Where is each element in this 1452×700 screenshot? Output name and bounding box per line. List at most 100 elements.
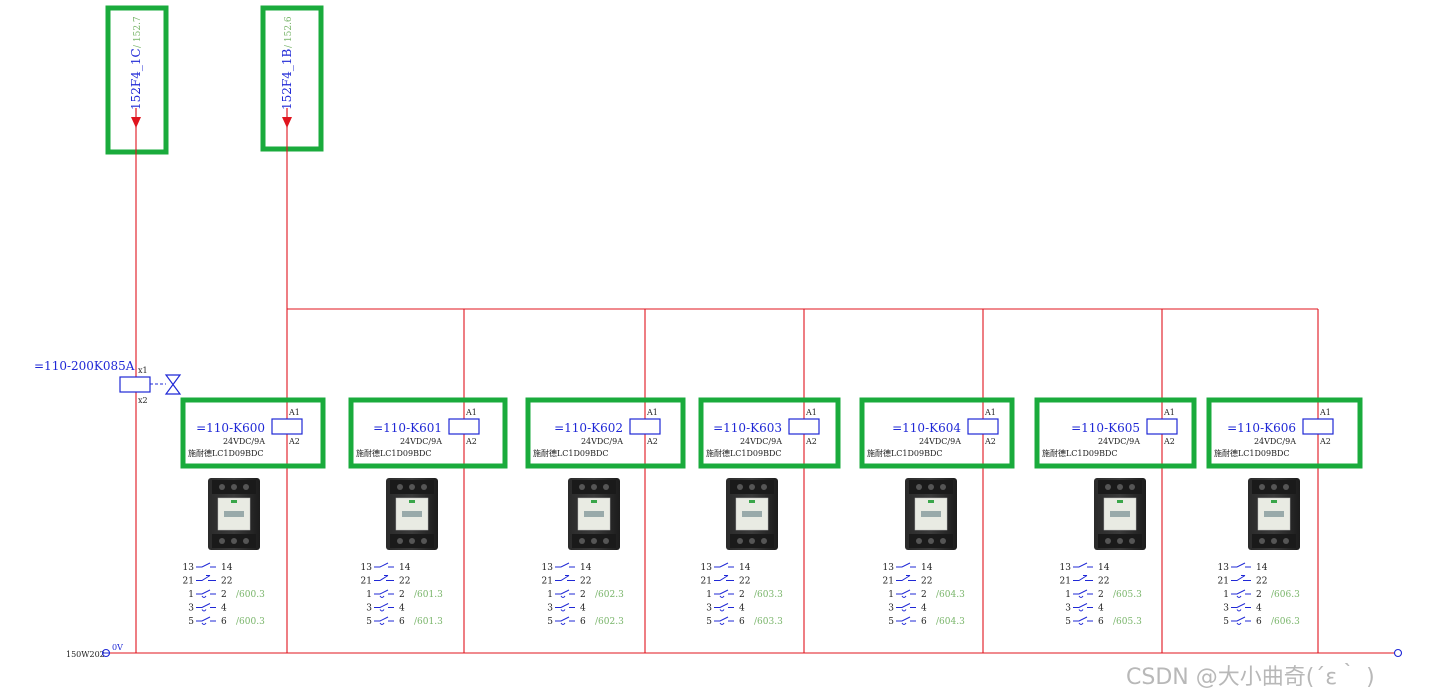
coil-icon	[448, 418, 480, 435]
contact-left-number: 1	[188, 590, 194, 600]
contact-left-number: 13	[1218, 563, 1230, 573]
nc-contact-icon	[896, 575, 916, 581]
pin-a1-label: A1	[1163, 408, 1175, 417]
contact-right-number: 22	[921, 577, 932, 587]
contact-left-number: 1	[1065, 590, 1071, 600]
relay-110-k604[interactable]: A1A2=110-K60424VDC/9A施耐德LC1D09BDC13 1421 2…	[859, 397, 1015, 627]
main-contact-icon	[196, 589, 216, 595]
contact-left-number: 13	[1060, 563, 1072, 573]
contact-right-number: 22	[221, 577, 232, 587]
source-label: 152F4_1C	[129, 48, 143, 110]
main-contact-icon	[1073, 616, 1093, 622]
relay-110-k606[interactable]: A1A2=110-K60624VDC/9A施耐德LC1D09BDC13 1421 2…	[1206, 397, 1363, 627]
relay-rating: 24VDC/9A	[400, 437, 442, 446]
contact-ref: /606.3	[1271, 617, 1300, 627]
contact-left-number: 5	[1223, 617, 1229, 627]
contact-ref: /606.3	[1271, 590, 1300, 600]
suppressor-label: =110-200K085A	[34, 359, 135, 373]
terminal-icon	[1393, 648, 1403, 658]
pin-a2-label: A2	[805, 437, 817, 446]
relay-tag: =110-K603	[713, 421, 782, 435]
contact-right-number: 2	[580, 590, 586, 600]
pin-a2-label: A2	[465, 437, 477, 446]
contact-left-number: 21	[542, 577, 553, 587]
main-contact-icon	[1073, 603, 1093, 608]
suppressor-200k085a[interactable]: =110-200K085A x1 x2	[34, 359, 182, 405]
contact-right-number: 6	[1098, 617, 1104, 627]
contact-ref: /600.3	[236, 617, 265, 627]
contact-right-number: 2	[399, 590, 405, 600]
pin-label: x2	[138, 396, 148, 405]
source-ref: / 152.7	[133, 16, 143, 48]
main-contact-icon	[714, 616, 734, 622]
relay-tag: =110-K600	[196, 421, 265, 435]
relay-tag: =110-K602	[554, 421, 623, 435]
contact-right-number: 4	[1256, 604, 1262, 614]
coil-icon	[271, 418, 303, 435]
contact-right-number: 6	[1256, 617, 1262, 627]
source-1b[interactable]: 152F4_1B / 152.6	[260, 5, 324, 152]
pin-a1-label: A1	[288, 408, 300, 417]
contact-right-number: 22	[1256, 577, 1267, 587]
contact-left-number: 1	[366, 590, 372, 600]
main-contact-icon	[1073, 589, 1093, 595]
contact-right-number: 2	[1256, 590, 1262, 600]
contact-left-number: 3	[888, 604, 894, 614]
contact-ref: /601.3	[414, 617, 443, 627]
relay-110-k605[interactable]: A1A2=110-K60524VDC/9A施耐德LC1D09BDC13 1421 2…	[1034, 397, 1197, 627]
contact-right-number: 22	[1098, 577, 1109, 587]
main-contact-icon	[555, 616, 575, 622]
contact-ref: /602.3	[595, 590, 624, 600]
pin-label: x1	[138, 366, 148, 375]
relay-rating: 24VDC/9A	[1254, 437, 1296, 446]
contact-left-number: 13	[542, 563, 554, 573]
contact-right-number: 4	[921, 604, 927, 614]
relay-model: 施耐德LC1D09BDC	[1042, 448, 1118, 458]
contact-right-number: 4	[221, 604, 227, 614]
contact-left-number: 1	[1223, 590, 1229, 600]
no-contact-icon	[555, 562, 575, 568]
contact-left-number: 1	[547, 590, 553, 600]
coil-icon	[629, 418, 661, 435]
main-contact-icon	[555, 603, 575, 608]
contact-ref: /601.3	[414, 590, 443, 600]
contact-left-number: 3	[706, 604, 712, 614]
relay-110-k601[interactable]: A1A2=110-K60124VDC/9A施耐德LC1D09BDC13 1421 2…	[348, 397, 508, 627]
contact-left-number: 21	[183, 577, 194, 587]
main-contact-icon	[374, 603, 394, 608]
contact-ref: /602.3	[595, 617, 624, 627]
relay-model: 施耐德LC1D09BDC	[1214, 448, 1290, 458]
coil-icon	[967, 418, 999, 435]
pin-a2-label: A2	[1319, 437, 1331, 446]
bus-left-label: 150W202	[66, 650, 105, 659]
contactor-photo	[208, 478, 260, 550]
contact-right-number: 4	[1098, 604, 1104, 614]
pin-a1-label: A1	[646, 408, 658, 417]
contact-right-number: 6	[921, 617, 927, 627]
no-contact-icon	[714, 562, 734, 568]
relay-110-k602[interactable]: A1A2=110-K60224VDC/9A施耐德LC1D09BDC13 1421 2…	[525, 397, 686, 627]
contactor-photo	[1248, 478, 1300, 550]
contactor-photo	[386, 478, 438, 550]
relay-model: 施耐德LC1D09BDC	[706, 448, 782, 458]
contact-left-number: 13	[701, 563, 713, 573]
contact-right-number: 14	[921, 563, 933, 573]
contact-right-number: 2	[739, 590, 745, 600]
contact-ref: /600.3	[236, 590, 265, 600]
no-contact-icon	[1231, 562, 1251, 568]
relay-rating: 24VDC/9A	[581, 437, 623, 446]
contact-left-number: 1	[706, 590, 712, 600]
relay-110-k603[interactable]: A1A2=110-K60324VDC/9A施耐德LC1D09BDC13 1421 2…	[698, 397, 841, 627]
contactor-photo	[568, 478, 620, 550]
pin-a2-label: A2	[646, 437, 658, 446]
contact-left-number: 21	[361, 577, 372, 587]
contact-left-number: 13	[183, 563, 195, 573]
relay-110-k600[interactable]: A1A2=110-K60024VDC/9A施耐德LC1D09BDC13 1421 2…	[180, 397, 326, 627]
main-contact-icon	[1231, 616, 1251, 622]
nc-contact-icon	[714, 575, 734, 581]
relay-model: 施耐德LC1D09BDC	[188, 448, 264, 458]
contactor-photo	[905, 478, 957, 550]
source-1c[interactable]: 152F4_1C / 152.7	[105, 5, 169, 155]
relay-groups: A1A2=110-K60024VDC/9A施耐德LC1D09BDC13 1421 2…	[180, 397, 1363, 627]
contact-right-number: 14	[399, 563, 411, 573]
